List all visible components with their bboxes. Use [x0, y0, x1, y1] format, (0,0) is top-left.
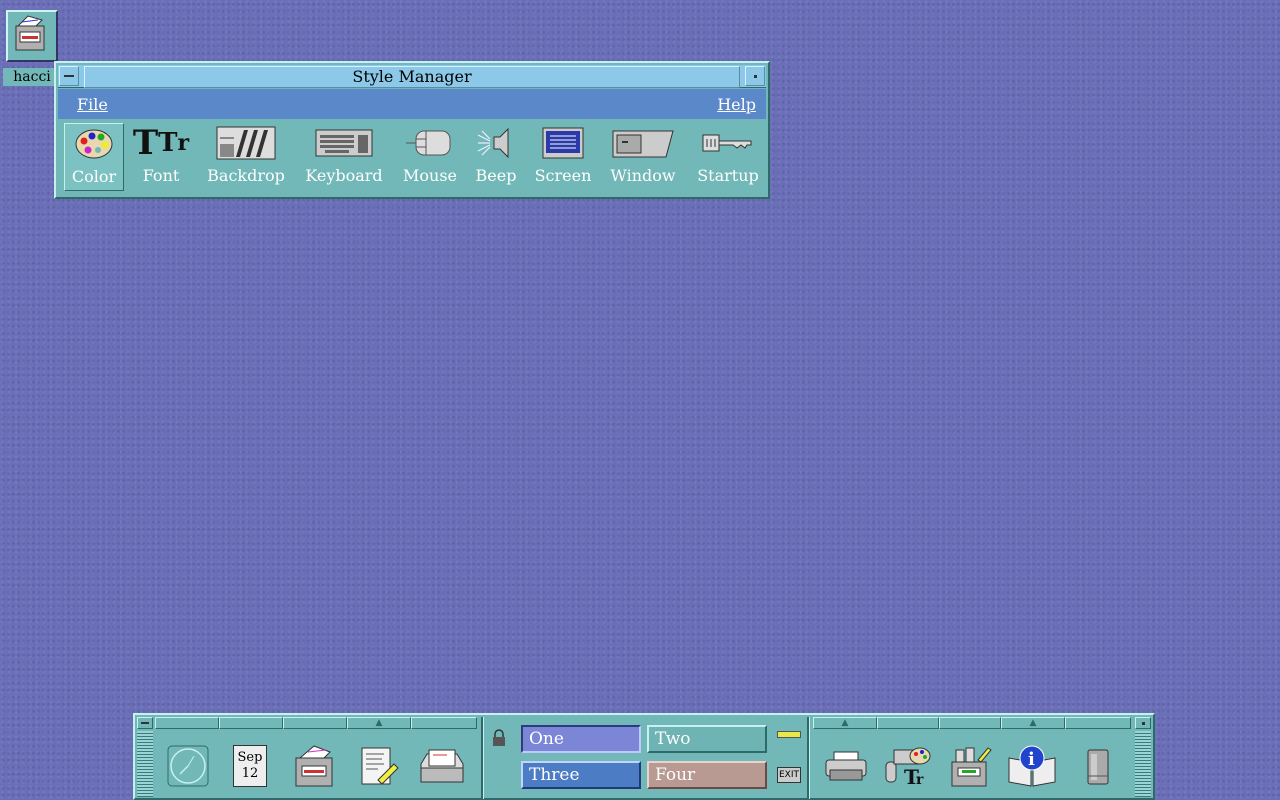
subpanel-arrow-up-icon[interactable]: ▲	[813, 717, 877, 729]
tool-mouse[interactable]: Mouse	[400, 123, 460, 189]
panel-menu-button[interactable]	[137, 717, 153, 729]
subpanel-arrow-up-icon[interactable]: ▲	[1001, 717, 1065, 729]
help-icon[interactable]: i	[1001, 735, 1063, 797]
tool-label: Font	[142, 166, 180, 185]
tool-font[interactable]: TTr Font	[130, 123, 192, 189]
clock-icon[interactable]	[157, 735, 219, 797]
panel-separator	[481, 717, 484, 799]
file-drawer-icon	[6, 10, 58, 62]
window-menu-button[interactable]	[59, 66, 79, 86]
subpanel-tab[interactable]	[155, 717, 219, 729]
tool-label: Backdrop	[207, 166, 285, 185]
panel-handle-left[interactable]	[137, 731, 153, 797]
tool-label: Screen	[534, 166, 592, 185]
calendar-icon[interactable]: Sep 12	[219, 735, 281, 797]
key-icon	[692, 123, 764, 163]
keyboard-icon	[302, 123, 386, 163]
tool-startup[interactable]: Startup	[692, 123, 764, 189]
workspace-two-button[interactable]: Two	[647, 725, 767, 753]
tool-label: Color	[71, 167, 117, 186]
panel-separator	[807, 717, 810, 799]
tool-keyboard[interactable]: Keyboard	[302, 123, 386, 189]
tool-label: Beep	[475, 166, 517, 185]
text-editor-icon[interactable]	[347, 735, 409, 797]
subpanel-tab[interactable]	[219, 717, 283, 729]
tool-label: Window	[610, 166, 676, 185]
desktop-icon-label: hacci	[3, 68, 61, 86]
backdrop-icon	[204, 123, 288, 163]
mouse-icon	[400, 123, 460, 163]
menu-help[interactable]: Help	[717, 95, 756, 114]
busy-light-icon	[777, 731, 801, 738]
workspace-one-button[interactable]: One	[521, 725, 641, 753]
svg-text:r: r	[916, 772, 924, 788]
subpanel-tab[interactable]	[283, 717, 347, 729]
mailer-icon[interactable]	[411, 735, 473, 797]
screen-icon	[532, 123, 594, 163]
font-icon: TTr	[132, 123, 190, 163]
tool-screen[interactable]: Screen	[532, 123, 594, 189]
title-bar[interactable]: Style Manager	[58, 65, 766, 88]
trash-icon[interactable]	[1067, 735, 1129, 797]
workspace-three-button[interactable]: Three	[521, 761, 641, 789]
subpanel-tab[interactable]	[877, 717, 939, 729]
subpanel-arrow-up-icon[interactable]: ▲	[347, 717, 411, 729]
tool-label: Keyboard	[305, 166, 383, 185]
tool-label: Startup	[697, 166, 759, 185]
tool-color[interactable]: Color	[64, 123, 124, 191]
palette-icon	[65, 124, 123, 164]
lock-icon[interactable]	[491, 729, 507, 751]
calendar-day: 12	[241, 766, 259, 781]
menu-bar: File Help	[58, 89, 766, 119]
subpanel-tab[interactable]	[939, 717, 1001, 729]
svg-text:i: i	[1028, 749, 1035, 770]
calendar-month: Sep	[237, 750, 263, 765]
panel-minimize-button[interactable]	[1135, 717, 1151, 729]
exit-button[interactable]: EXIT	[777, 767, 801, 783]
front-panel: ▲ Sep 12 One Two Three Four EXIT ▲ ▲ T r…	[133, 713, 1155, 800]
tool-backdrop[interactable]: Backdrop	[204, 123, 288, 189]
tool-beep[interactable]: Beep	[472, 123, 520, 189]
subpanel-tab[interactable]	[411, 717, 477, 729]
printer-icon[interactable]	[815, 735, 877, 797]
window-icon	[606, 123, 680, 163]
panel-handle-right[interactable]	[1135, 731, 1151, 797]
tool-bar: Color TTr Font Backdrop Keyboard Mouse B…	[58, 121, 766, 193]
workspace-four-button[interactable]: Four	[647, 761, 767, 789]
application-manager-icon[interactable]	[939, 735, 1001, 797]
tool-window[interactable]: Window	[606, 123, 680, 189]
style-manager-window: Style Manager File Help Color TTr Font B…	[54, 61, 770, 199]
tool-label: Mouse	[403, 166, 457, 185]
minimize-button[interactable]	[745, 66, 765, 86]
speaker-icon	[472, 123, 520, 163]
window-title: Style Manager	[84, 66, 740, 88]
file-manager-icon[interactable]	[283, 735, 345, 797]
desktop-icon-hacci[interactable]: hacci	[3, 10, 61, 86]
subpanel-tab[interactable]	[1065, 717, 1131, 729]
style-manager-icon[interactable]: T r	[877, 735, 939, 797]
menu-file[interactable]: File	[77, 95, 108, 114]
